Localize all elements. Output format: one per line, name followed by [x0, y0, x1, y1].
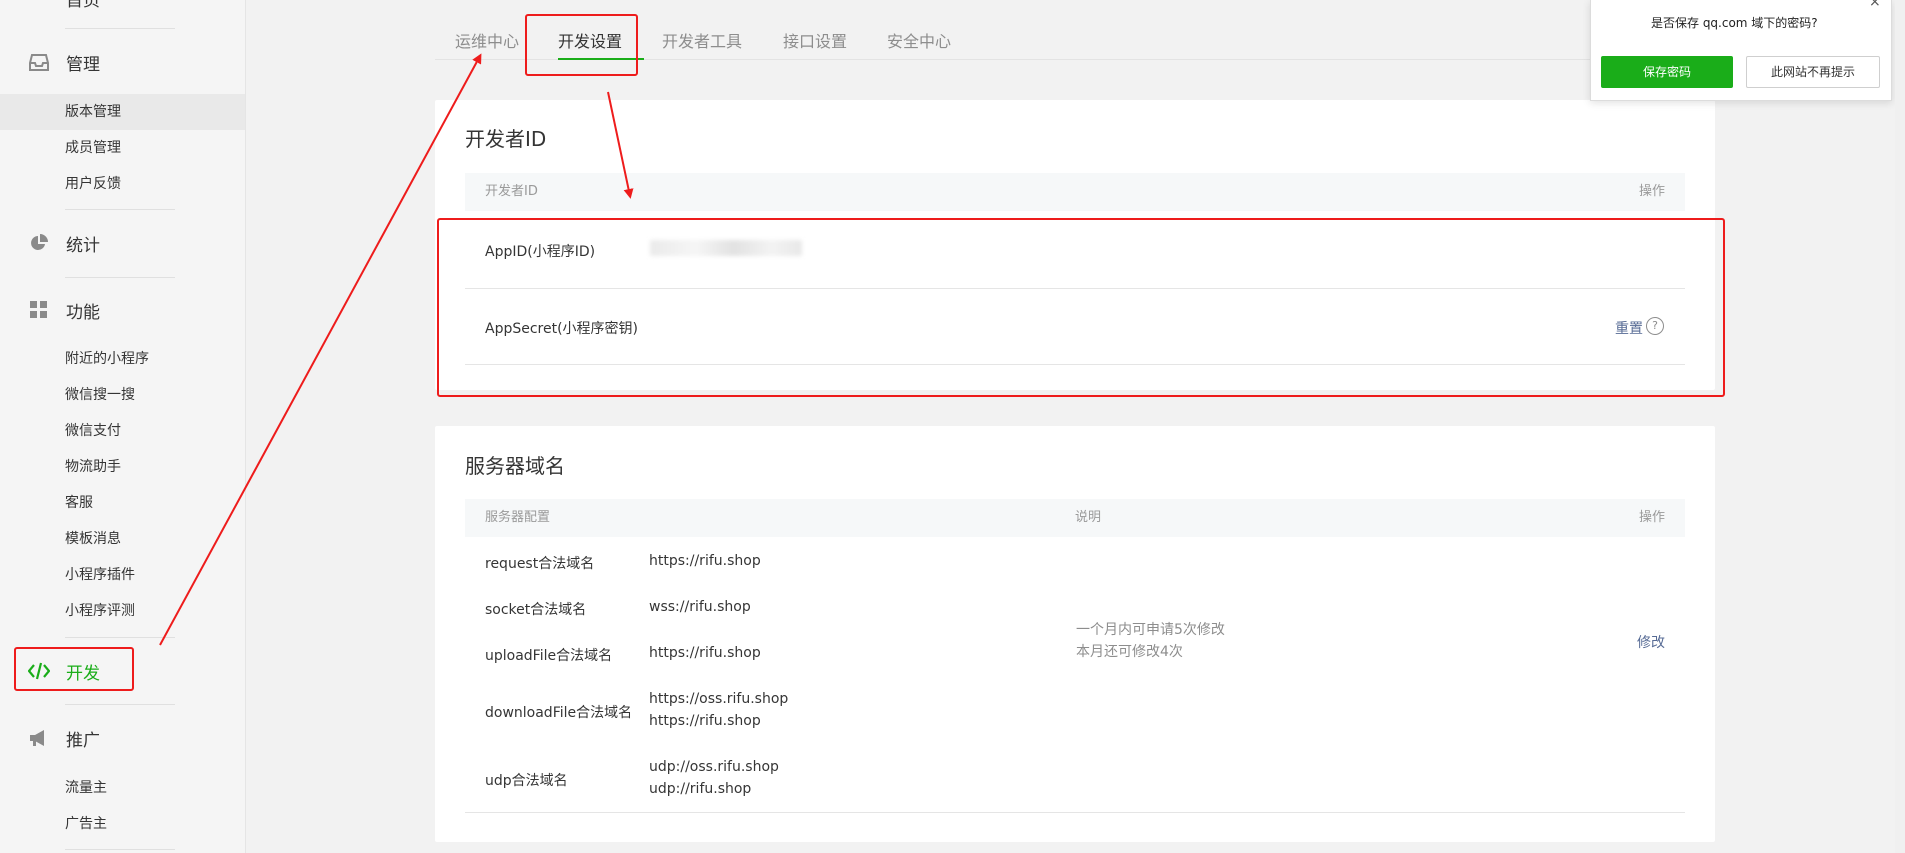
save-password-question: 是否保存 qq.com 域下的密码? — [1651, 16, 1818, 30]
download-domain-value: https://rifu.shop — [649, 713, 761, 729]
megaphone-icon — [28, 727, 50, 749]
sidebar-item-nearby[interactable]: 附近的小程序 — [0, 341, 245, 377]
sidebar-item-feedback[interactable]: 用户反馈 — [0, 166, 245, 202]
code-icon — [28, 660, 50, 682]
active-tab-indicator — [558, 58, 644, 60]
divider — [465, 812, 1685, 813]
download-domain-value: https://oss.rifu.shop — [649, 691, 789, 707]
udp-domain-value: udp://oss.rifu.shop — [649, 759, 779, 775]
sidebar-section-promote[interactable]: 推广 — [28, 726, 100, 751]
sidebar-home[interactable]: 首页 — [28, 0, 100, 11]
divider — [65, 209, 175, 210]
tab-security-center[interactable]: 安全中心 — [887, 28, 951, 52]
tab-api-settings[interactable]: 接口设置 — [783, 28, 847, 52]
sidebar: 首页 管理 版本管理 成员管理 用户反馈 统计 功能 附近的小程序 微信搜一搜 … — [0, 0, 246, 853]
grid-icon — [28, 299, 50, 321]
close-icon[interactable]: × — [1869, 0, 1881, 10]
developer-id-table-header: 开发者ID 操作 — [465, 173, 1685, 211]
server-domain-title: 服务器域名 — [465, 454, 565, 478]
sidebar-section-stats[interactable]: 统计 — [28, 231, 100, 256]
sidebar-item-members[interactable]: 成员管理 — [0, 130, 245, 166]
scrollbar[interactable] — [1895, 0, 1905, 853]
socket-domain-value: wss://rifu.shop — [649, 599, 751, 615]
save-password-button[interactable]: 保存密码 — [1601, 56, 1733, 88]
pie-chart-icon — [28, 232, 50, 254]
col-actions: 操作 — [1638, 184, 1665, 199]
tab-dev-settings[interactable]: 开发设置 — [558, 28, 622, 52]
inbox-icon — [28, 51, 50, 73]
appid-value-redacted — [650, 240, 802, 256]
upload-domain-label: uploadFile合法域名 — [485, 648, 613, 664]
udp-domain-label: udp合法域名 — [485, 773, 568, 789]
divider — [65, 637, 175, 638]
request-domain-label: request合法域名 — [485, 556, 595, 572]
reset-secret-link[interactable]: 重置 — [1615, 318, 1643, 338]
sidebar-section-label: 功能 — [66, 302, 100, 323]
divider — [465, 288, 1685, 289]
download-domain-label: downloadFile合法域名 — [485, 705, 633, 721]
sidebar-section-features[interactable]: 功能 — [28, 298, 100, 323]
server-table-header: 服务器配置 说明 操作 — [465, 499, 1685, 537]
sidebar-section-label: 推广 — [66, 730, 100, 751]
sidebar-item-publisher[interactable]: 流量主 — [0, 770, 245, 806]
sidebar-item-version[interactable]: 版本管理 — [0, 94, 245, 130]
sidebar-item-search[interactable]: 微信搜一搜 — [0, 377, 245, 413]
divider — [65, 849, 175, 850]
divider — [65, 28, 175, 29]
developer-id-card — [435, 100, 1715, 390]
tab-dev-tools[interactable]: 开发者工具 — [662, 28, 742, 52]
col-description: 说明 — [1075, 510, 1102, 525]
appid-label: AppID(小程序ID) — [485, 244, 596, 260]
sidebar-section-label: 管理 — [66, 54, 100, 75]
udp-domain-value: udp://rifu.shop — [649, 781, 752, 797]
sidebar-home-label: 首页 — [66, 0, 100, 11]
appsecret-label: AppSecret(小程序密钥) — [485, 321, 639, 337]
help-icon[interactable]: ? — [1646, 317, 1664, 335]
sidebar-section-label: 开发 — [66, 663, 100, 684]
developer-id-title: 开发者ID — [465, 127, 547, 151]
divider — [65, 704, 175, 705]
sidebar-section-manage[interactable]: 管理 — [28, 50, 100, 75]
sidebar-section-label: 统计 — [66, 235, 100, 256]
col-developer-id: 开发者ID — [485, 184, 538, 199]
sidebar-item-plugin[interactable]: 小程序插件 — [0, 557, 245, 593]
col-actions: 操作 — [1638, 510, 1665, 525]
tab-ops-center[interactable]: 运维中心 — [455, 28, 519, 52]
sidebar-item-template[interactable]: 模板消息 — [0, 521, 245, 557]
sidebar-item-advertiser[interactable]: 广告主 — [0, 806, 245, 842]
sidebar-section-develop[interactable]: 开发 — [28, 659, 100, 684]
save-password-popup: 是否保存 qq.com 域下的密码? 保存密码 此网站不再提示 × — [1590, 0, 1892, 101]
server-domain-card — [435, 426, 1715, 842]
request-domain-value: https://rifu.shop — [649, 553, 761, 569]
modify-limit-note: 一个月内可申请5次修改 — [1076, 622, 1225, 638]
home-icon — [28, 0, 50, 9]
sidebar-item-evaluation[interactable]: 小程序评测 — [0, 593, 245, 629]
col-server-config: 服务器配置 — [485, 510, 551, 525]
divider — [465, 364, 1685, 365]
upload-domain-value: https://rifu.shop — [649, 645, 761, 661]
socket-domain-label: socket合法域名 — [485, 602, 587, 618]
sidebar-item-logistics[interactable]: 物流助手 — [0, 449, 245, 485]
modify-domains-link[interactable]: 修改 — [1637, 632, 1665, 652]
divider — [65, 277, 175, 278]
never-for-site-button[interactable]: 此网站不再提示 — [1746, 56, 1880, 88]
modify-remaining-note: 本月还可修改4次 — [1076, 644, 1183, 660]
sidebar-item-service[interactable]: 客服 — [0, 485, 245, 521]
sidebar-item-pay[interactable]: 微信支付 — [0, 413, 245, 449]
